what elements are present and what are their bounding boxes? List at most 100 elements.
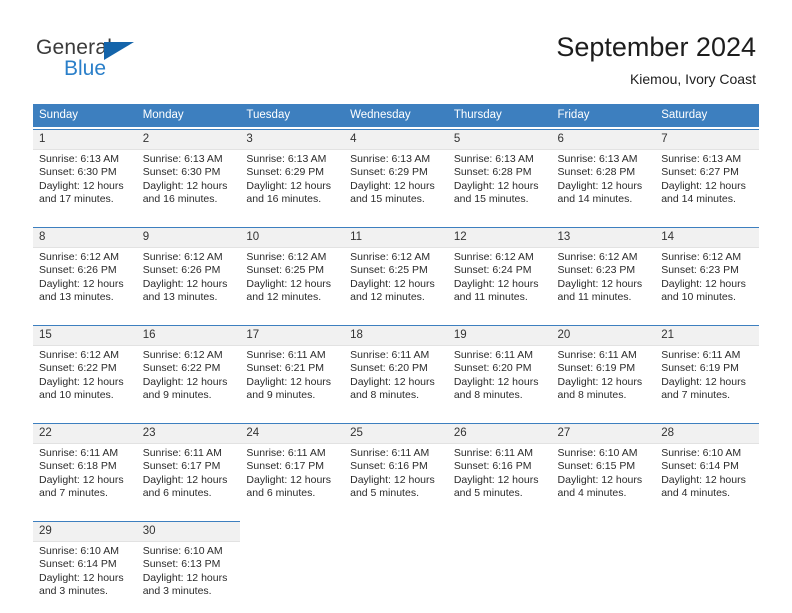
- calendar-day-cell[interactable]: 4 Sunrise: 6:13 AM Sunset: 6:29 PM Daylight…: [344, 129, 448, 221]
- day-number: 30: [136, 522, 241, 542]
- calendar-day-cell[interactable]: 1 Sunrise: 6:13 AM Sunset: 6:30 PM Daylight…: [33, 129, 137, 221]
- calendar-day-cell[interactable]: 24 Sunrise: 6:11 AM Sunset: 6:17 PM Dayligh…: [240, 423, 345, 515]
- day-details: Sunrise: 6:11 AM Sunset: 6:17 PM Daylight:…: [136, 444, 241, 515]
- sunset-text: Sunset: 6:14 PM: [661, 460, 739, 473]
- calendar-day-cell[interactable]: 19 Sunrise: 6:11 AM Sunset: 6:20 PM Dayligh…: [447, 325, 552, 417]
- sunset-text: Sunset: 6:22 PM: [142, 362, 221, 375]
- page-title: September 2024: [556, 32, 756, 62]
- day-number: 27: [551, 424, 656, 444]
- weekday-header-monday: Monday: [142, 109, 184, 121]
- day-number: 18: [344, 326, 448, 346]
- calendar-day-cell[interactable]: 17 Sunrise: 6:11 AM Sunset: 6:21 PM Dayligh…: [240, 325, 345, 417]
- daylight-text: Daylight: 12 hours and 8 minutes.: [453, 375, 539, 402]
- day-number: 21: [655, 326, 759, 346]
- calendar-day-cell-empty: [448, 521, 552, 613]
- sunrise-text: Sunrise: 6:12 AM: [39, 349, 119, 361]
- sunrise-text: Sunrise: 6:10 AM: [557, 447, 638, 459]
- calendar-week-row: 15 Sunrise: 6:12 AM Sunset: 6:22 PM Dayligh…: [33, 325, 759, 417]
- sunrise-text: Sunrise: 6:13 AM: [142, 153, 223, 165]
- calendar-weeks: 1 Sunrise: 6:13 AM Sunset: 6:30 PM Daylight…: [33, 129, 759, 613]
- sunset-text: Sunset: 6:17 PM: [246, 460, 325, 473]
- calendar-day-cell[interactable]: 16 Sunrise: 6:12 AM Sunset: 6:22 PM Dayligh…: [136, 325, 241, 417]
- sunset-text: Sunset: 6:15 PM: [557, 460, 636, 473]
- calendar-day-cell[interactable]: 22 Sunrise: 6:11 AM Sunset: 6:18 PM Dayligh…: [33, 423, 137, 515]
- day-details: Sunrise: 6:11 AM Sunset: 6:19 PM Daylight:…: [655, 346, 759, 417]
- sunset-text: Sunset: 6:24 PM: [453, 264, 532, 277]
- sunrise-text: Sunrise: 6:11 AM: [453, 349, 533, 361]
- calendar-day-cell[interactable]: 12 Sunrise: 6:12 AM Sunset: 6:24 PM Dayligh…: [447, 227, 552, 319]
- day-number: 9: [136, 228, 241, 248]
- calendar-day-cell[interactable]: 2 Sunrise: 6:13 AM Sunset: 6:30 PM Daylight…: [136, 129, 241, 221]
- day-number: 23: [136, 424, 241, 444]
- sunrise-text: Sunrise: 6:13 AM: [246, 153, 327, 165]
- day-details: Sunrise: 6:10 AM Sunset: 6:14 PM Daylight:…: [33, 542, 137, 613]
- sunset-text: Sunset: 6:16 PM: [350, 460, 428, 473]
- calendar-day-cell[interactable]: 13 Sunrise: 6:12 AM Sunset: 6:23 PM Dayligh…: [551, 227, 656, 319]
- daylight-text: Daylight: 12 hours and 4 minutes.: [661, 473, 746, 500]
- sunrise-text: Sunrise: 6:12 AM: [453, 251, 534, 263]
- daylight-text: Daylight: 12 hours and 6 minutes.: [142, 473, 228, 500]
- calendar-day-cell[interactable]: 5 Sunrise: 6:13 AM Sunset: 6:28 PM Daylight…: [447, 129, 552, 221]
- calendar-day-cell[interactable]: 20 Sunrise: 6:11 AM Sunset: 6:19 PM Dayligh…: [551, 325, 656, 417]
- daylight-text: Daylight: 12 hours and 10 minutes.: [39, 375, 124, 402]
- sunset-text: Sunset: 6:23 PM: [661, 264, 739, 277]
- day-number: 11: [344, 228, 448, 248]
- day-details: Sunrise: 6:12 AM Sunset: 6:24 PM Daylight:…: [447, 248, 552, 319]
- day-details: Sunrise: 6:12 AM Sunset: 6:23 PM Daylight:…: [551, 248, 656, 319]
- general-blue-logo[interactable]: General Blue: [36, 36, 216, 84]
- sunrise-text: Sunrise: 6:12 AM: [142, 349, 223, 361]
- sunrise-text: Sunrise: 6:11 AM: [246, 447, 326, 459]
- daylight-text: Daylight: 12 hours and 10 minutes.: [661, 277, 746, 304]
- sunset-text: Sunset: 6:25 PM: [246, 264, 325, 277]
- sunrise-text: Sunrise: 6:13 AM: [350, 153, 431, 165]
- calendar-day-cell[interactable]: 23 Sunrise: 6:11 AM Sunset: 6:17 PM Dayligh…: [136, 423, 241, 515]
- weekday-header-row: Sunday Monday Tuesday Wednesday Thursday…: [33, 104, 759, 127]
- daylight-text: Daylight: 12 hours and 4 minutes.: [557, 473, 643, 500]
- daylight-text: Daylight: 12 hours and 9 minutes.: [246, 375, 332, 402]
- calendar-grid: Sunday Monday Tuesday Wednesday Thursday…: [33, 104, 759, 613]
- sunrise-text: Sunrise: 6:12 AM: [246, 251, 327, 263]
- calendar-day-cell[interactable]: 30 Sunrise: 6:10 AM Sunset: 6:13 PM Dayligh…: [136, 521, 241, 613]
- sunset-text: Sunset: 6:27 PM: [661, 166, 739, 179]
- day-number: 10: [240, 228, 345, 248]
- daylight-text: Daylight: 12 hours and 14 minutes.: [557, 179, 643, 206]
- daylight-text: Daylight: 12 hours and 15 minutes.: [453, 179, 539, 206]
- calendar-page: General Blue September 2024 Kiemou, Ivor…: [0, 0, 792, 613]
- day-details: Sunrise: 6:11 AM Sunset: 6:21 PM Daylight:…: [240, 346, 345, 417]
- calendar-day-cell[interactable]: 26 Sunrise: 6:11 AM Sunset: 6:16 PM Dayligh…: [447, 423, 552, 515]
- day-number: 17: [240, 326, 345, 346]
- title-block: September 2024 Kiemou, Ivory Coast: [556, 30, 756, 89]
- sunset-text: Sunset: 6:13 PM: [142, 558, 221, 571]
- daylight-text: Daylight: 12 hours and 6 minutes.: [246, 473, 332, 500]
- calendar-day-cell[interactable]: 6 Sunrise: 6:13 AM Sunset: 6:28 PM Daylight…: [551, 129, 656, 221]
- calendar-day-cell[interactable]: 9 Sunrise: 6:12 AM Sunset: 6:26 PM Daylight…: [136, 227, 241, 319]
- day-number: 13: [551, 228, 656, 248]
- day-details: Sunrise: 6:12 AM Sunset: 6:25 PM Daylight:…: [240, 248, 345, 319]
- calendar-day-cell[interactable]: 15 Sunrise: 6:12 AM Sunset: 6:22 PM Dayligh…: [33, 325, 137, 417]
- calendar-day-cell[interactable]: 25 Sunrise: 6:11 AM Sunset: 6:16 PM Dayligh…: [344, 423, 448, 515]
- calendar-day-cell[interactable]: 14 Sunrise: 6:12 AM Sunset: 6:23 PM Dayligh…: [655, 227, 759, 319]
- sunrise-text: Sunrise: 6:13 AM: [39, 153, 119, 165]
- calendar-day-cell[interactable]: 11 Sunrise: 6:12 AM Sunset: 6:25 PM Dayligh…: [344, 227, 448, 319]
- calendar-day-cell[interactable]: 18 Sunrise: 6:11 AM Sunset: 6:20 PM Dayligh…: [344, 325, 448, 417]
- day-details: Sunrise: 6:13 AM Sunset: 6:29 PM Daylight:…: [344, 150, 448, 221]
- sunrise-text: Sunrise: 6:13 AM: [661, 153, 742, 165]
- sunset-text: Sunset: 6:26 PM: [39, 264, 117, 277]
- daylight-text: Daylight: 12 hours and 16 minutes.: [142, 179, 228, 206]
- sunset-text: Sunset: 6:20 PM: [350, 362, 428, 375]
- sunset-text: Sunset: 6:16 PM: [453, 460, 532, 473]
- day-number: 7: [655, 130, 759, 150]
- daylight-text: Daylight: 12 hours and 7 minutes.: [39, 473, 124, 500]
- day-details: Sunrise: 6:13 AM Sunset: 6:30 PM Daylight:…: [33, 150, 137, 221]
- calendar-day-cell[interactable]: 8 Sunrise: 6:12 AM Sunset: 6:26 PM Daylight…: [33, 227, 137, 319]
- calendar-day-cell[interactable]: 29 Sunrise: 6:10 AM Sunset: 6:14 PM Dayligh…: [33, 521, 137, 613]
- calendar-day-cell[interactable]: 3 Sunrise: 6:13 AM Sunset: 6:29 PM Daylight…: [240, 129, 345, 221]
- calendar-day-cell-empty: [240, 521, 344, 613]
- calendar-day-cell[interactable]: 21 Sunrise: 6:11 AM Sunset: 6:19 PM Dayligh…: [655, 325, 759, 417]
- calendar-day-cell[interactable]: 7 Sunrise: 6:13 AM Sunset: 6:27 PM Daylight…: [655, 129, 759, 221]
- calendar-day-cell[interactable]: 28 Sunrise: 6:10 AM Sunset: 6:14 PM Dayligh…: [655, 423, 759, 515]
- day-number: 8: [33, 228, 137, 248]
- calendar-day-cell[interactable]: 10 Sunrise: 6:12 AM Sunset: 6:25 PM Dayligh…: [240, 227, 345, 319]
- daylight-text: Daylight: 12 hours and 12 minutes.: [350, 277, 435, 304]
- calendar-day-cell[interactable]: 27 Sunrise: 6:10 AM Sunset: 6:15 PM Dayligh…: [551, 423, 656, 515]
